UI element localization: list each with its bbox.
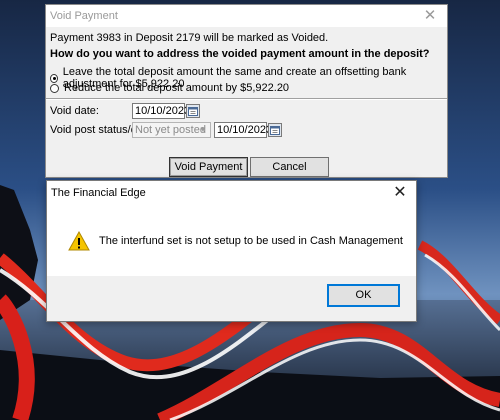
post-date-field[interactable]: 10/10/2023 (214, 122, 272, 138)
calendar-icon[interactable] (268, 123, 282, 137)
message-box-title: The Financial Edge (51, 187, 146, 199)
void-payment-dialog: Void Payment ✕ Payment 3983 in Deposit 2… (45, 4, 448, 191)
void-info-text: Payment 3983 in Deposit 2179 will be mar… (50, 32, 329, 44)
message-box-footer: OK (47, 276, 416, 321)
close-icon[interactable]: ✕ (390, 183, 410, 203)
divider (46, 98, 447, 100)
calendar-icon[interactable] (186, 104, 200, 118)
void-date-label: Void date: (50, 105, 99, 117)
option-reduce-deposit[interactable]: Reduce the total deposit amount by $5,92… (50, 82, 289, 94)
void-date-field[interactable]: 10/10/2023 (132, 103, 190, 119)
post-status-select[interactable]: Not yet posted ▼ (132, 122, 211, 138)
post-status-value: Not yet posted (135, 124, 206, 136)
ok-button[interactable]: OK (327, 284, 400, 307)
chevron-down-icon[interactable]: ▼ (197, 124, 209, 136)
cancel-button[interactable]: Cancel (250, 157, 329, 177)
financial-edge-message-box: The Financial Edge ✕ The interfund set i… (46, 180, 417, 322)
close-icon[interactable]: ✕ (421, 7, 439, 25)
radio-reduce-deposit[interactable] (50, 83, 59, 93)
void-payment-now-button[interactable]: Void Payment Now (169, 157, 248, 191)
void-payment-title: Void Payment (50, 10, 118, 22)
void-question-text: How do you want to address the voided pa… (50, 48, 430, 60)
void-payment-titlebar[interactable]: Void Payment ✕ (46, 5, 447, 27)
void-payment-body: Payment 3983 in Deposit 2179 will be mar… (46, 27, 447, 191)
option-reduce-deposit-label: Reduce the total deposit amount by $5,92… (64, 82, 290, 94)
message-text: The interfund set is not setup to be use… (99, 235, 403, 247)
warning-icon (68, 231, 90, 251)
